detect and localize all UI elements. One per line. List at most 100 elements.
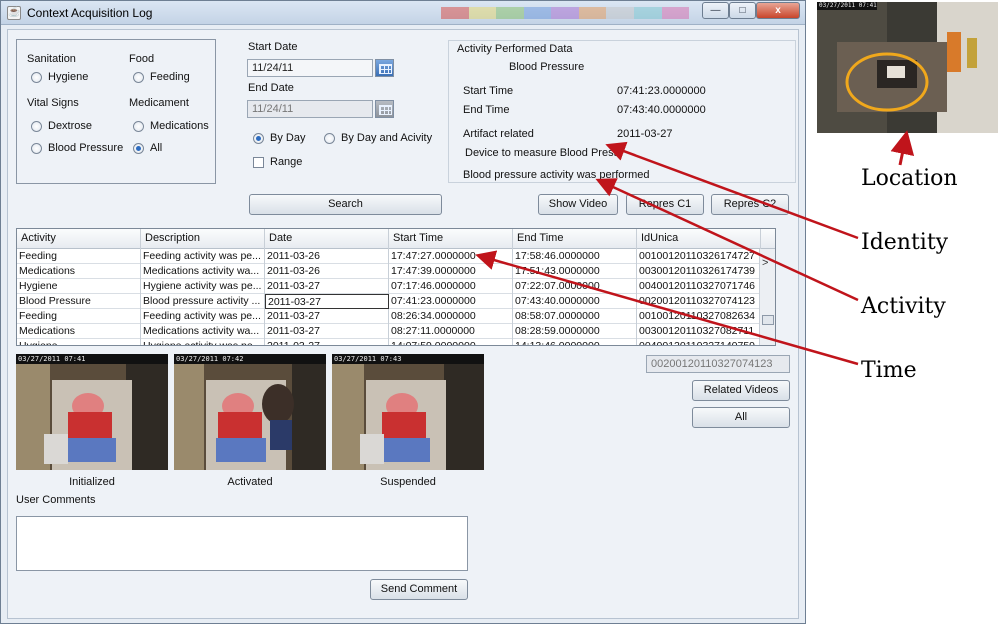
table-row[interactable]: Blood Pressure Blood pressure activity ..…: [17, 294, 761, 309]
radio-dextrose[interactable]: Dextrose: [31, 120, 92, 132]
table-cell[interactable]: Blood Pressure: [17, 294, 141, 309]
table-cell[interactable]: 00100120110326174727: [637, 249, 761, 264]
table-cell[interactable]: Medications activity wa...: [141, 264, 265, 279]
radio-all-indicator[interactable]: [133, 142, 144, 154]
table-cell[interactable]: Hygiene: [17, 339, 141, 345]
table-cell[interactable]: Hygiene: [17, 279, 141, 294]
table-cell[interactable]: 2011-03-26: [265, 264, 389, 279]
repres-c1-button[interactable]: Repres C1: [626, 194, 704, 215]
id-unica-field[interactable]: 00200120110327074123: [646, 355, 790, 373]
minimize-button[interactable]: —: [702, 2, 729, 19]
table-cell[interactable]: Feeding: [17, 309, 141, 324]
calendar-disabled-icon[interactable]: [375, 100, 394, 118]
radio-all[interactable]: All: [133, 142, 162, 154]
activity-end-label: End Time: [463, 104, 510, 116]
radio-feeding[interactable]: Feeding: [133, 71, 190, 83]
table-cell[interactable]: Hygiene activity was pe...: [141, 279, 265, 294]
user-comments-input[interactable]: [16, 516, 468, 571]
close-button[interactable]: x: [756, 2, 800, 19]
table-cell[interactable]: 00100120110327082634: [637, 309, 761, 324]
all-videos-button[interactable]: All: [692, 407, 790, 428]
table-row[interactable]: Medications Medications activity wa... 201…: [17, 324, 761, 339]
table-cell[interactable]: 2011-03-26: [265, 249, 389, 264]
scrollbar-thumb[interactable]: [762, 315, 774, 325]
table-cell[interactable]: 08:26:34.0000000: [389, 309, 513, 324]
table-cell[interactable]: 08:58:07.0000000: [513, 309, 637, 324]
radio-hygiene-indicator[interactable]: [31, 71, 42, 83]
radio-blood-pressure[interactable]: Blood Pressure: [31, 142, 123, 154]
video-frame-activated[interactable]: 03/27/2011 07:42: [174, 354, 326, 470]
start-date-field[interactable]: 11/24/11: [247, 59, 373, 77]
search-button[interactable]: Search: [249, 194, 442, 215]
table-cell[interactable]: Medications: [17, 324, 141, 339]
range-checkbox[interactable]: Range: [253, 156, 302, 168]
radio-medications[interactable]: Medications: [133, 120, 209, 132]
table-cell[interactable]: 08:28:59.0000000: [513, 324, 637, 339]
table-cell[interactable]: 07:22:07.0000000: [513, 279, 637, 294]
show-video-button[interactable]: Show Video: [538, 194, 618, 215]
video-frame-suspended[interactable]: 03/27/2011 07:43: [332, 354, 484, 470]
table-cell[interactable]: 08:27:11.0000000: [389, 324, 513, 339]
table-cell[interactable]: Medications activity wa...: [141, 324, 265, 339]
column-header[interactable]: End Time: [513, 229, 637, 249]
table-cell[interactable]: 00200120110327074123: [637, 294, 761, 309]
table-cell[interactable]: 14:13:46.0000000: [513, 339, 637, 345]
table-cell[interactable]: 00300120110327082711: [637, 324, 761, 339]
table-cell[interactable]: 17:58:46.0000000: [513, 249, 637, 264]
window-title: Context Acquisition Log: [27, 6, 153, 20]
table-cell[interactable]: 2011-03-27: [265, 279, 389, 294]
radio-by-day-activity-indicator[interactable]: [324, 132, 335, 144]
table-cell[interactable]: 17:51:43.0000000: [513, 264, 637, 279]
video-frame-initialized[interactable]: 03/27/2011 07:41: [16, 354, 168, 470]
radio-dextrose-indicator[interactable]: [31, 120, 42, 132]
table-cell[interactable]: Medications: [17, 264, 141, 279]
column-header[interactable]: Start Time: [389, 229, 513, 249]
radio-medications-indicator[interactable]: [133, 120, 144, 132]
send-comment-button[interactable]: Send Comment: [370, 579, 468, 600]
column-header[interactable]: Date: [265, 229, 389, 249]
palette-swatch: [523, 7, 552, 19]
table-row[interactable]: Hygiene Hygiene activity was pe... 2011-03…: [17, 339, 761, 345]
table-scrollbar[interactable]: >: [759, 249, 775, 345]
table-cell[interactable]: 00400120110327140759: [637, 339, 761, 345]
column-header[interactable]: Activity: [17, 229, 141, 249]
radio-blood-pressure-indicator[interactable]: [31, 142, 42, 154]
table-cell[interactable]: Feeding: [17, 249, 141, 264]
radio-by-day[interactable]: By Day: [253, 132, 305, 144]
column-header[interactable]: Description: [141, 229, 265, 249]
maximize-button[interactable]: □: [729, 2, 756, 19]
radio-by-day-indicator[interactable]: [253, 132, 264, 144]
table-cell[interactable]: 14:07:59.0000000: [389, 339, 513, 345]
table-cell[interactable]: Feeding activity was pe...: [141, 249, 265, 264]
table-cell[interactable]: 2011-03-27: [265, 309, 389, 324]
radio-by-day-activity[interactable]: By Day and Acivity: [324, 132, 432, 144]
calendar-icon[interactable]: [375, 59, 394, 77]
range-checkbox-box[interactable]: [253, 156, 264, 168]
related-videos-button[interactable]: Related Videos: [692, 380, 790, 401]
table-cell[interactable]: Hygiene activity was pe...: [141, 339, 265, 345]
table-cell[interactable]: Feeding activity was pe...: [141, 309, 265, 324]
activity-table[interactable]: Activity Description Date Start Time End Tim…: [16, 228, 776, 346]
table-cell[interactable]: 07:17:46.0000000: [389, 279, 513, 294]
table-cell[interactable]: 2011-03-27: [265, 294, 389, 309]
table-cell[interactable]: 00300120110326174739: [637, 264, 761, 279]
column-header[interactable]: IdUnica: [637, 229, 761, 249]
radio-feeding-indicator[interactable]: [133, 71, 144, 83]
radio-blood-pressure-label: Blood Pressure: [48, 142, 124, 154]
table-row[interactable]: Hygiene Hygiene activity was pe... 2011-03…: [17, 279, 761, 294]
table-row[interactable]: Medications Medications activity wa... 201…: [17, 264, 761, 279]
table-cell[interactable]: 2011-03-27: [265, 339, 389, 345]
table-cell[interactable]: 17:47:39.0000000: [389, 264, 513, 279]
table-cell[interactable]: 07:41:23.0000000: [389, 294, 513, 309]
table-cell[interactable]: Blood pressure activity ...: [141, 294, 265, 309]
table-cell[interactable]: 17:47:27.0000000: [389, 249, 513, 264]
radio-hygiene[interactable]: Hygiene: [31, 71, 88, 83]
table-row[interactable]: Feeding Feeding activity was pe... 2011-03…: [17, 249, 761, 264]
table-cell[interactable]: 07:43:40.0000000: [513, 294, 637, 309]
table-cell[interactable]: 00400120110327071746: [637, 279, 761, 294]
repres-c2-button[interactable]: Repres C2: [711, 194, 789, 215]
end-date-field[interactable]: 11/24/11: [247, 100, 373, 118]
table-row[interactable]: Feeding Feeding activity was pe... 2011-03…: [17, 309, 761, 324]
table-cell[interactable]: 2011-03-27: [265, 324, 389, 339]
scroll-arrow-icon[interactable]: >: [762, 257, 774, 269]
